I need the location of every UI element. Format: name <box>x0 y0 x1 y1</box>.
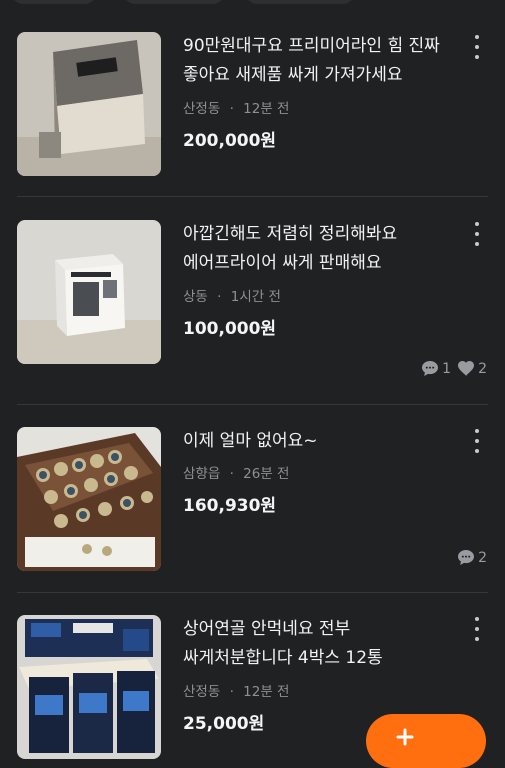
more-vertical-icon[interactable] <box>470 427 484 455</box>
write-button[interactable] <box>366 714 486 768</box>
chat-count: 2 <box>478 549 487 566</box>
listing-title-line: 에어프라이어 싸게 판매해요 <box>183 253 382 273</box>
listing-meta: 삼향읍 · 26분 전 <box>183 462 289 482</box>
listing-thumbnail[interactable] <box>17 220 161 364</box>
meta-separator: · <box>229 466 234 482</box>
plus-icon <box>396 728 414 746</box>
listing-item[interactable]: 이제 얼마 없어요~ 삼향읍 · 26분 전 160,930원 2 <box>0 405 505 593</box>
chat-bubble-icon <box>458 550 475 565</box>
chat-count: 1 <box>442 360 452 377</box>
listing-stats: 2 <box>457 549 487 566</box>
listing-meta: 산정동 · 12분 전 <box>183 97 289 117</box>
chat-bubble-icon <box>422 361 439 376</box>
listing-time: 12분 전 <box>243 101 290 117</box>
like-count: 2 <box>478 360 487 377</box>
listing-title-line: 아깝긴해도 저렴히 정리해봐요 <box>183 224 398 244</box>
listing-location: 삼향읍 <box>183 466 221 482</box>
listing-stats: 1 2 <box>421 360 487 377</box>
listing-price: 100,000원 <box>183 319 277 339</box>
like-stat: 2 <box>457 360 487 377</box>
listing-price: 25,000원 <box>183 714 265 734</box>
listing-title[interactable]: 90만원대구요 프리미어라인 힘 진짜 좋아요 새제품 싸게 가져가세요 <box>183 32 453 90</box>
listing-thumbnail[interactable] <box>17 427 161 571</box>
listing-title-line: 좋아요 새제품 싸게 가져가세요 <box>183 65 403 85</box>
listing-title[interactable]: 상어연골 안먹네요 전부 싸게처분합니다 4박스 12통 <box>183 615 453 673</box>
listing-item[interactable]: 아깝긴해도 저렴히 정리해봐요 에어프라이어 싸게 판매해요 상동 · 1시간 … <box>0 200 505 405</box>
listing-thumbnail[interactable] <box>17 32 161 176</box>
listing-title-line: 90만원대구요 프리미어라인 힘 진짜 <box>183 36 440 56</box>
listing-meta: 산정동 · 12분 전 <box>183 680 289 700</box>
listing-location: 산정동 <box>183 684 221 700</box>
listing-price: 200,000원 <box>183 131 277 151</box>
list-divider <box>17 196 488 197</box>
heart-icon <box>458 360 475 376</box>
listing-title-line: 싸게처분합니다 4박스 12통 <box>183 648 383 668</box>
listing-price: 160,930원 <box>183 496 277 516</box>
meta-separator: · <box>229 684 234 700</box>
listing-title-line: 이제 얼마 없어요~ <box>183 431 318 451</box>
listing-location: 상동 <box>183 289 208 305</box>
listing-title[interactable]: 아깝긴해도 저렴히 정리해봐요 에어프라이어 싸게 판매해요 <box>183 220 453 278</box>
listing-location: 산정동 <box>183 101 221 117</box>
listing-meta: 상동 · 1시간 전 <box>183 285 281 305</box>
listing-item[interactable]: 90만원대구요 프리미어라인 힘 진짜 좋아요 새제품 싸게 가져가세요 산정동… <box>0 0 505 200</box>
listing-title[interactable]: 이제 얼마 없어요~ <box>183 427 453 456</box>
listing-time: 12분 전 <box>243 684 290 700</box>
chat-stat: 2 <box>457 549 487 566</box>
more-vertical-icon[interactable] <box>470 220 484 248</box>
more-vertical-icon[interactable] <box>470 33 484 61</box>
chat-stat: 1 <box>421 360 451 377</box>
listing-thumbnail[interactable] <box>17 615 161 759</box>
meta-separator: · <box>217 289 222 305</box>
more-vertical-icon[interactable] <box>470 615 484 643</box>
listing-title-line: 상어연골 안먹네요 전부 <box>183 619 351 639</box>
listing-time: 1시간 전 <box>230 289 281 305</box>
listing-time: 26분 전 <box>243 466 290 482</box>
meta-separator: · <box>229 101 234 117</box>
